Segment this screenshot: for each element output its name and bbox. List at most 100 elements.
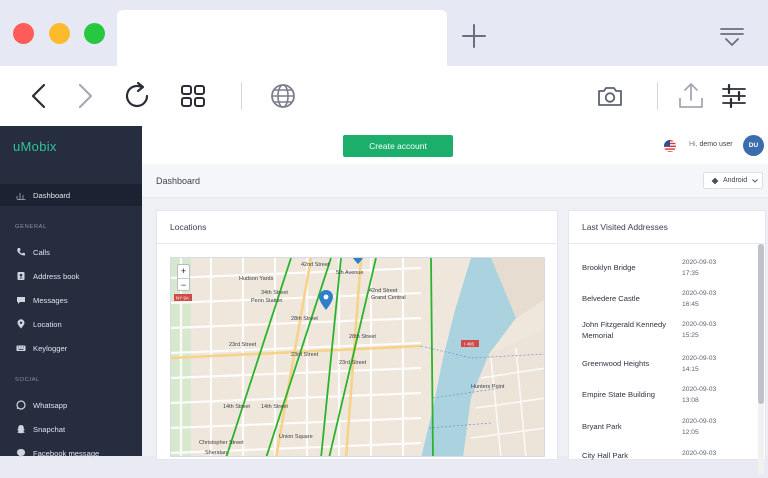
map-label: 28th Street: [291, 316, 318, 322]
maximize-window-button[interactable]: [84, 23, 105, 44]
address-name: Brooklyn Bridge: [582, 263, 636, 272]
browser-window: uMobix Dashboard GENERAL Calls Address b…: [0, 0, 768, 474]
android-icon: [711, 177, 719, 184]
sidebar-item-dashboard[interactable]: Dashboard: [0, 184, 142, 206]
zoom-in-button[interactable]: +: [178, 265, 189, 278]
tabs-grid-icon[interactable]: [177, 80, 209, 112]
map-label: 23rd Street: [229, 342, 257, 348]
address-name: Belvedere Castle: [582, 294, 640, 303]
greeting-username: demo user: [699, 141, 733, 148]
card-divider: [569, 243, 765, 244]
address-name: Bryant Park: [582, 422, 622, 431]
sidebar-item-label: Calls: [33, 247, 50, 257]
pin-icon: [17, 319, 25, 329]
sidebar-item-address-book[interactable]: Address book: [0, 265, 142, 287]
tab-menu-icon[interactable]: [718, 24, 746, 50]
list-item[interactable]: Belvedere Castle 2020-09-03 16:45: [582, 288, 762, 318]
breadcrumb-bar: Dashboard Android: [142, 164, 768, 198]
map-zoom-control[interactable]: + −: [177, 264, 190, 291]
address-time: 2020-09-03: [682, 450, 717, 457]
sidebar-item-messages[interactable]: Messages: [0, 289, 142, 311]
contact-icon: [17, 272, 25, 280]
map-label: 14th Street: [223, 404, 250, 410]
create-account-button[interactable]: Create account: [343, 135, 453, 157]
list-item[interactable]: John Fitzgerald Kennedy Memorial 2020-09…: [582, 319, 762, 349]
toolbar-separator: [657, 82, 658, 110]
minimize-window-button[interactable]: [49, 23, 70, 44]
last-visited-card: Last Visited Addresses Brooklyn Bridge 2…: [568, 210, 766, 474]
address-name: Empire State Building: [582, 390, 656, 399]
camera-icon[interactable]: [594, 80, 626, 112]
avatar[interactable]: DU: [743, 135, 764, 156]
tab-strip: [0, 0, 768, 66]
address-time: 2020-09-03 14:15: [682, 355, 717, 373]
settings-sliders-icon[interactable]: [718, 80, 750, 112]
map-label: 23rd Street: [339, 360, 367, 366]
browser-toolbar: [0, 66, 768, 126]
map-label: Union Square: [279, 434, 313, 440]
card-divider: [157, 243, 557, 244]
scrollbar-thumb[interactable]: [758, 244, 764, 404]
toolbar-separator: [241, 82, 242, 110]
map-label: 28th Street: [349, 334, 376, 340]
sidebar-item-facebook-message[interactable]: Facebook message: [0, 442, 142, 464]
locations-map[interactable]: 42nd Street 5th Avenue 42nd Street Grand…: [170, 257, 545, 457]
device-select-value: Android: [723, 177, 748, 184]
address-time: 2020-09-03 17:35: [682, 259, 717, 277]
map-label: 23rd Street: [291, 352, 319, 358]
forward-arrow-icon[interactable]: [68, 80, 100, 112]
map-label: I 495: [464, 342, 475, 347]
map-canvas: 42nd Street 5th Avenue 42nd Street Grand…: [171, 258, 544, 456]
facebook-icon: [17, 449, 25, 458]
close-window-button[interactable]: [13, 23, 34, 44]
globe-icon[interactable]: [267, 80, 299, 112]
map-label: 42nd Street: [369, 288, 398, 294]
address-name: Greenwood Heights: [582, 359, 650, 368]
list-item[interactable]: Brooklyn Bridge 2020-09-03 17:35: [582, 257, 762, 287]
address-time: 2020-09-03 15:25: [682, 321, 717, 339]
address-time: 2020-09-03 12:05: [682, 418, 717, 436]
us-flag-icon[interactable]: [664, 140, 676, 152]
active-tab[interactable]: [117, 10, 447, 66]
sidebar-item-label: Keylogger: [33, 343, 68, 353]
list-item[interactable]: Greenwood Heights 2020-09-03 14:15: [582, 353, 762, 383]
list-item[interactable]: Empire State Building 2020-09-03 13:08: [582, 384, 762, 414]
list-item[interactable]: City Hall Park 2020-09-03: [582, 448, 762, 478]
map-label: Hunters Point: [471, 384, 505, 390]
map-label: 5th Avenue: [336, 270, 363, 276]
list-item[interactable]: Bryant Park 2020-09-03 12:05: [582, 416, 762, 446]
chat-icon: [17, 297, 25, 304]
greeting-hi: Hi,: [689, 141, 698, 148]
map-label: Hudson Yards: [239, 276, 274, 282]
zoom-out-button[interactable]: −: [178, 278, 189, 291]
phone-icon: [17, 248, 25, 256]
map-label: NY 9A: [176, 296, 189, 301]
map-label: 42nd Street: [301, 262, 330, 268]
device-select[interactable]: Android: [703, 172, 763, 189]
sidebar-item-label: Facebook message: [33, 448, 100, 458]
sidebar-section-general: GENERAL: [15, 224, 47, 230]
breadcrumb: Dashboard: [156, 176, 201, 186]
plus-icon[interactable]: [460, 22, 488, 50]
app-topbar: Create account Hi, demo user DU: [142, 126, 768, 164]
address-time: 2020-09-03 13:08: [682, 386, 717, 404]
sidebar-item-snapchat[interactable]: Snapchat: [0, 418, 142, 440]
sidebar-item-label: Dashboard: [33, 190, 71, 200]
reload-icon[interactable]: [121, 80, 153, 112]
share-icon[interactable]: [675, 80, 707, 112]
map-label: 34th Street: [261, 290, 288, 296]
sidebar-item-whatsapp[interactable]: Whatsapp: [0, 394, 142, 416]
sidebar-item-label: Messages: [33, 295, 68, 305]
last-visited-title: Last Visited Addresses: [582, 222, 668, 232]
sidebar-item-location[interactable]: Location: [0, 313, 142, 335]
map-label: Christopher Street: [199, 440, 244, 446]
app-sidebar: uMobix Dashboard GENERAL Calls Address b…: [0, 126, 142, 458]
address-time: 2020-09-03 16:45: [682, 290, 717, 308]
sidebar-item-keylogger[interactable]: Keylogger: [0, 337, 142, 359]
sidebar-item-calls[interactable]: Calls: [0, 241, 142, 263]
user-greeting: Hi, demo user: [689, 141, 733, 148]
sidebar-item-label: Location: [33, 319, 62, 329]
back-arrow-icon[interactable]: [24, 80, 56, 112]
locations-card: Locations 42nd Street 5th Avenue 42nd St…: [156, 210, 558, 460]
address-name: John Fitzgerald Kennedy Memorial: [582, 320, 667, 340]
